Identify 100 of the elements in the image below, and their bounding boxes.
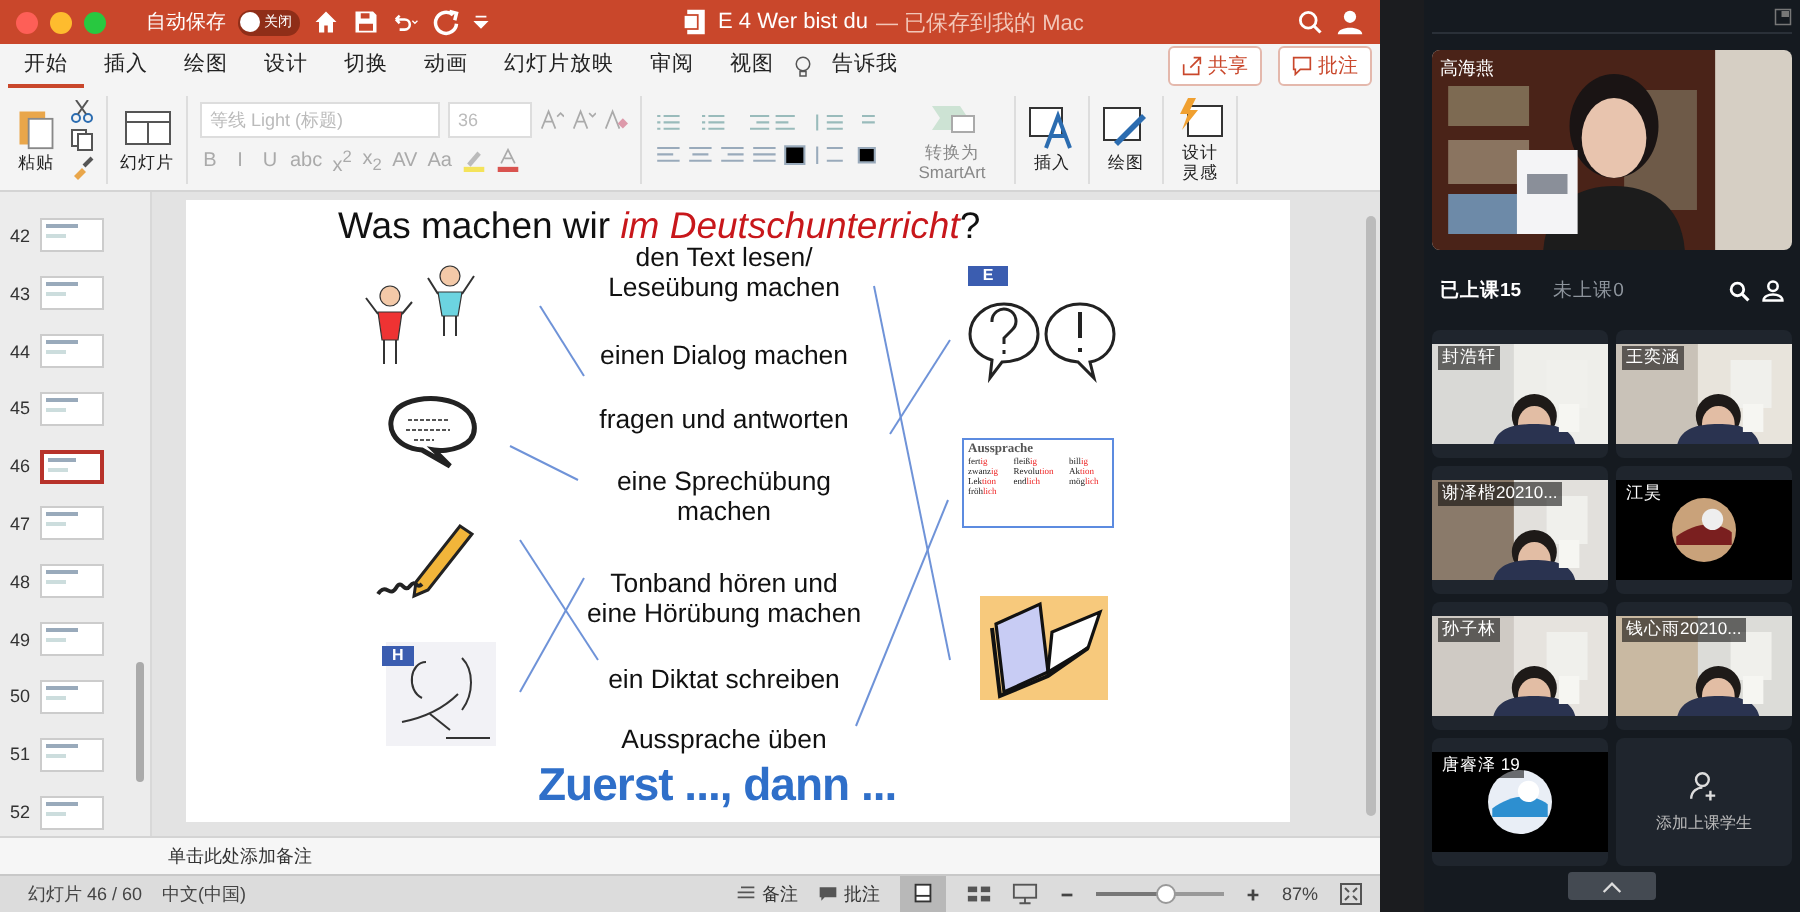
slide-number: 47 (7, 513, 30, 534)
comments-button[interactable]: 批注 (1278, 46, 1372, 86)
home-icon[interactable] (312, 8, 340, 36)
insert-label[interactable]: 插入 (1034, 153, 1070, 173)
search-icon[interactable] (1728, 279, 1750, 301)
slide-label[interactable]: 幻灯片 (120, 153, 174, 173)
notes-placeholder[interactable]: 单击此处添加备注 (168, 843, 312, 869)
language-label[interactable]: 中文(中国) (162, 881, 247, 907)
participant-name: 唐睿泽 19 (1438, 754, 1524, 778)
redo-icon[interactable] (432, 8, 460, 36)
add-person-icon (1688, 770, 1720, 802)
format-label: I (235, 149, 245, 172)
ribbon-tab[interactable]: 绘图 (168, 44, 244, 88)
connector-line (509, 445, 579, 481)
slide-counter: 幻灯片 46 / 60 (28, 881, 143, 907)
draw-label[interactable]: 绘图 (1108, 153, 1144, 173)
student-tile[interactable]: 谢泽楷20210... (1432, 466, 1608, 594)
add-student-label: 添加上课学生 (1656, 812, 1752, 834)
class-tab[interactable]: 未上课0 (1553, 277, 1644, 303)
slide-number: 51 (7, 744, 30, 765)
badge: E (968, 266, 1008, 286)
slide-title: Was machen wir im Deutschunterricht? (338, 204, 981, 247)
presenter-view-icon[interactable] (1011, 882, 1038, 906)
scrollbar[interactable] (136, 662, 144, 782)
slide-phrase: eine Sprechübung machen (614, 466, 834, 527)
lightbulb-icon (794, 53, 812, 79)
ribbon-tab[interactable]: 视图 (714, 44, 790, 88)
document-title: E 4 Wer bist du (718, 10, 868, 34)
ribbon-tab[interactable]: 插入 (88, 44, 164, 88)
save-status: — 已保存到我的 Mac (876, 9, 1084, 37)
design-ideas-icon[interactable] (1176, 96, 1224, 141)
student-tile[interactable]: 钱心雨20210... (1616, 602, 1792, 730)
student-tile[interactable]: 王奕涵 (1616, 330, 1792, 458)
slide-footer-text: Zuerst ..., dann ... (538, 758, 897, 810)
class-tab[interactable]: 已上课15 (1440, 277, 1542, 303)
fit-to-window-icon[interactable] (1338, 882, 1364, 906)
slide-number: 42 (7, 225, 30, 246)
slide-number: 43 (7, 283, 30, 304)
participant-name: 江昊 (1622, 482, 1666, 506)
slide-thumbnail[interactable] (40, 449, 104, 484)
draw-icon[interactable] (1102, 105, 1150, 150)
popout-icon[interactable] (1774, 7, 1792, 25)
scissors-icon[interactable] (70, 99, 94, 123)
share-button[interactable]: 共享 (1168, 46, 1262, 86)
open-book-drawing (980, 596, 1108, 700)
format-label: x$_{2}$ (362, 147, 383, 174)
ribbon-tab[interactable]: 审阅 (634, 44, 710, 88)
font-grow-icon (540, 107, 564, 132)
slide-phrase: den Text lesen/ Leseübung machen (606, 242, 842, 303)
shapes-icon[interactable] (1028, 105, 1076, 150)
slide-number: 50 (7, 686, 30, 707)
slide-sorter-icon[interactable] (965, 882, 992, 906)
design-ideas-label[interactable]: 设计 灵感 (1182, 144, 1218, 182)
format-label: AV (392, 149, 418, 172)
minimize-button[interactable] (50, 11, 72, 33)
connector-line (539, 305, 585, 377)
participant-name: 王奕涵 (1622, 346, 1684, 370)
student-tile[interactable]: 江昊 (1616, 466, 1792, 594)
scrollbar[interactable] (1366, 216, 1376, 816)
format-label: abc (290, 149, 323, 172)
slide-phrase: einen Dialog machen (598, 340, 850, 371)
ribbon-tab[interactable]: 动画 (408, 44, 484, 88)
format-label: Aa (427, 149, 452, 172)
ribbon-tab[interactable]: 设计 (248, 44, 324, 88)
copy-icon[interactable] (70, 127, 94, 151)
brush-icon[interactable] (70, 155, 94, 179)
connector-line (519, 577, 585, 693)
ribbon-tab[interactable]: 切换 (328, 44, 404, 88)
participant-name: 钱心雨20210... (1622, 618, 1746, 642)
format-label: U (260, 149, 280, 172)
person-icon[interactable] (1762, 279, 1784, 301)
badge: H (382, 646, 414, 666)
student-tile[interactable]: 孙子林 (1432, 602, 1608, 730)
slide-phrase: Tonband hören und eine Hörübung machen (584, 568, 864, 629)
format-label: x$^{2}$ (332, 145, 353, 177)
slide-layout-icon[interactable] (123, 105, 171, 150)
student-tile[interactable]: 封浩轩 (1432, 330, 1608, 458)
save-icon[interactable] (352, 8, 380, 36)
student-tile[interactable]: 唐睿泽 19 (1432, 738, 1608, 866)
normal-view-icon[interactable] (899, 876, 946, 912)
participant-name: 封浩轩 (1438, 346, 1500, 370)
zoom-percent: 87% (1281, 884, 1318, 904)
slide-number: 48 (7, 571, 30, 592)
notes-button[interactable]: 备注 (735, 881, 798, 907)
share-icon (1182, 56, 1202, 76)
comment-icon (1292, 56, 1312, 76)
participant-name: 高海燕 (1440, 56, 1494, 82)
participant-name: 孙子林 (1438, 618, 1500, 642)
slide-number: 52 (7, 802, 30, 823)
collapse-button[interactable] (1568, 872, 1656, 900)
account-icon[interactable] (1336, 8, 1364, 36)
comments-status-button[interactable]: 批注 (817, 881, 880, 907)
ribbon-tab[interactable]: 幻灯片放映 (488, 44, 630, 88)
document-icon (682, 8, 710, 36)
tell-me-button[interactable]: 告诉我 (816, 44, 914, 88)
zoom-in-icon[interactable] (1243, 885, 1262, 903)
add-student-tile[interactable]: 添加上课学生 (1616, 738, 1792, 866)
notes-icon (735, 884, 756, 904)
paste-label[interactable]: 粘贴 (18, 153, 54, 173)
slide-number: 46 (7, 456, 30, 477)
